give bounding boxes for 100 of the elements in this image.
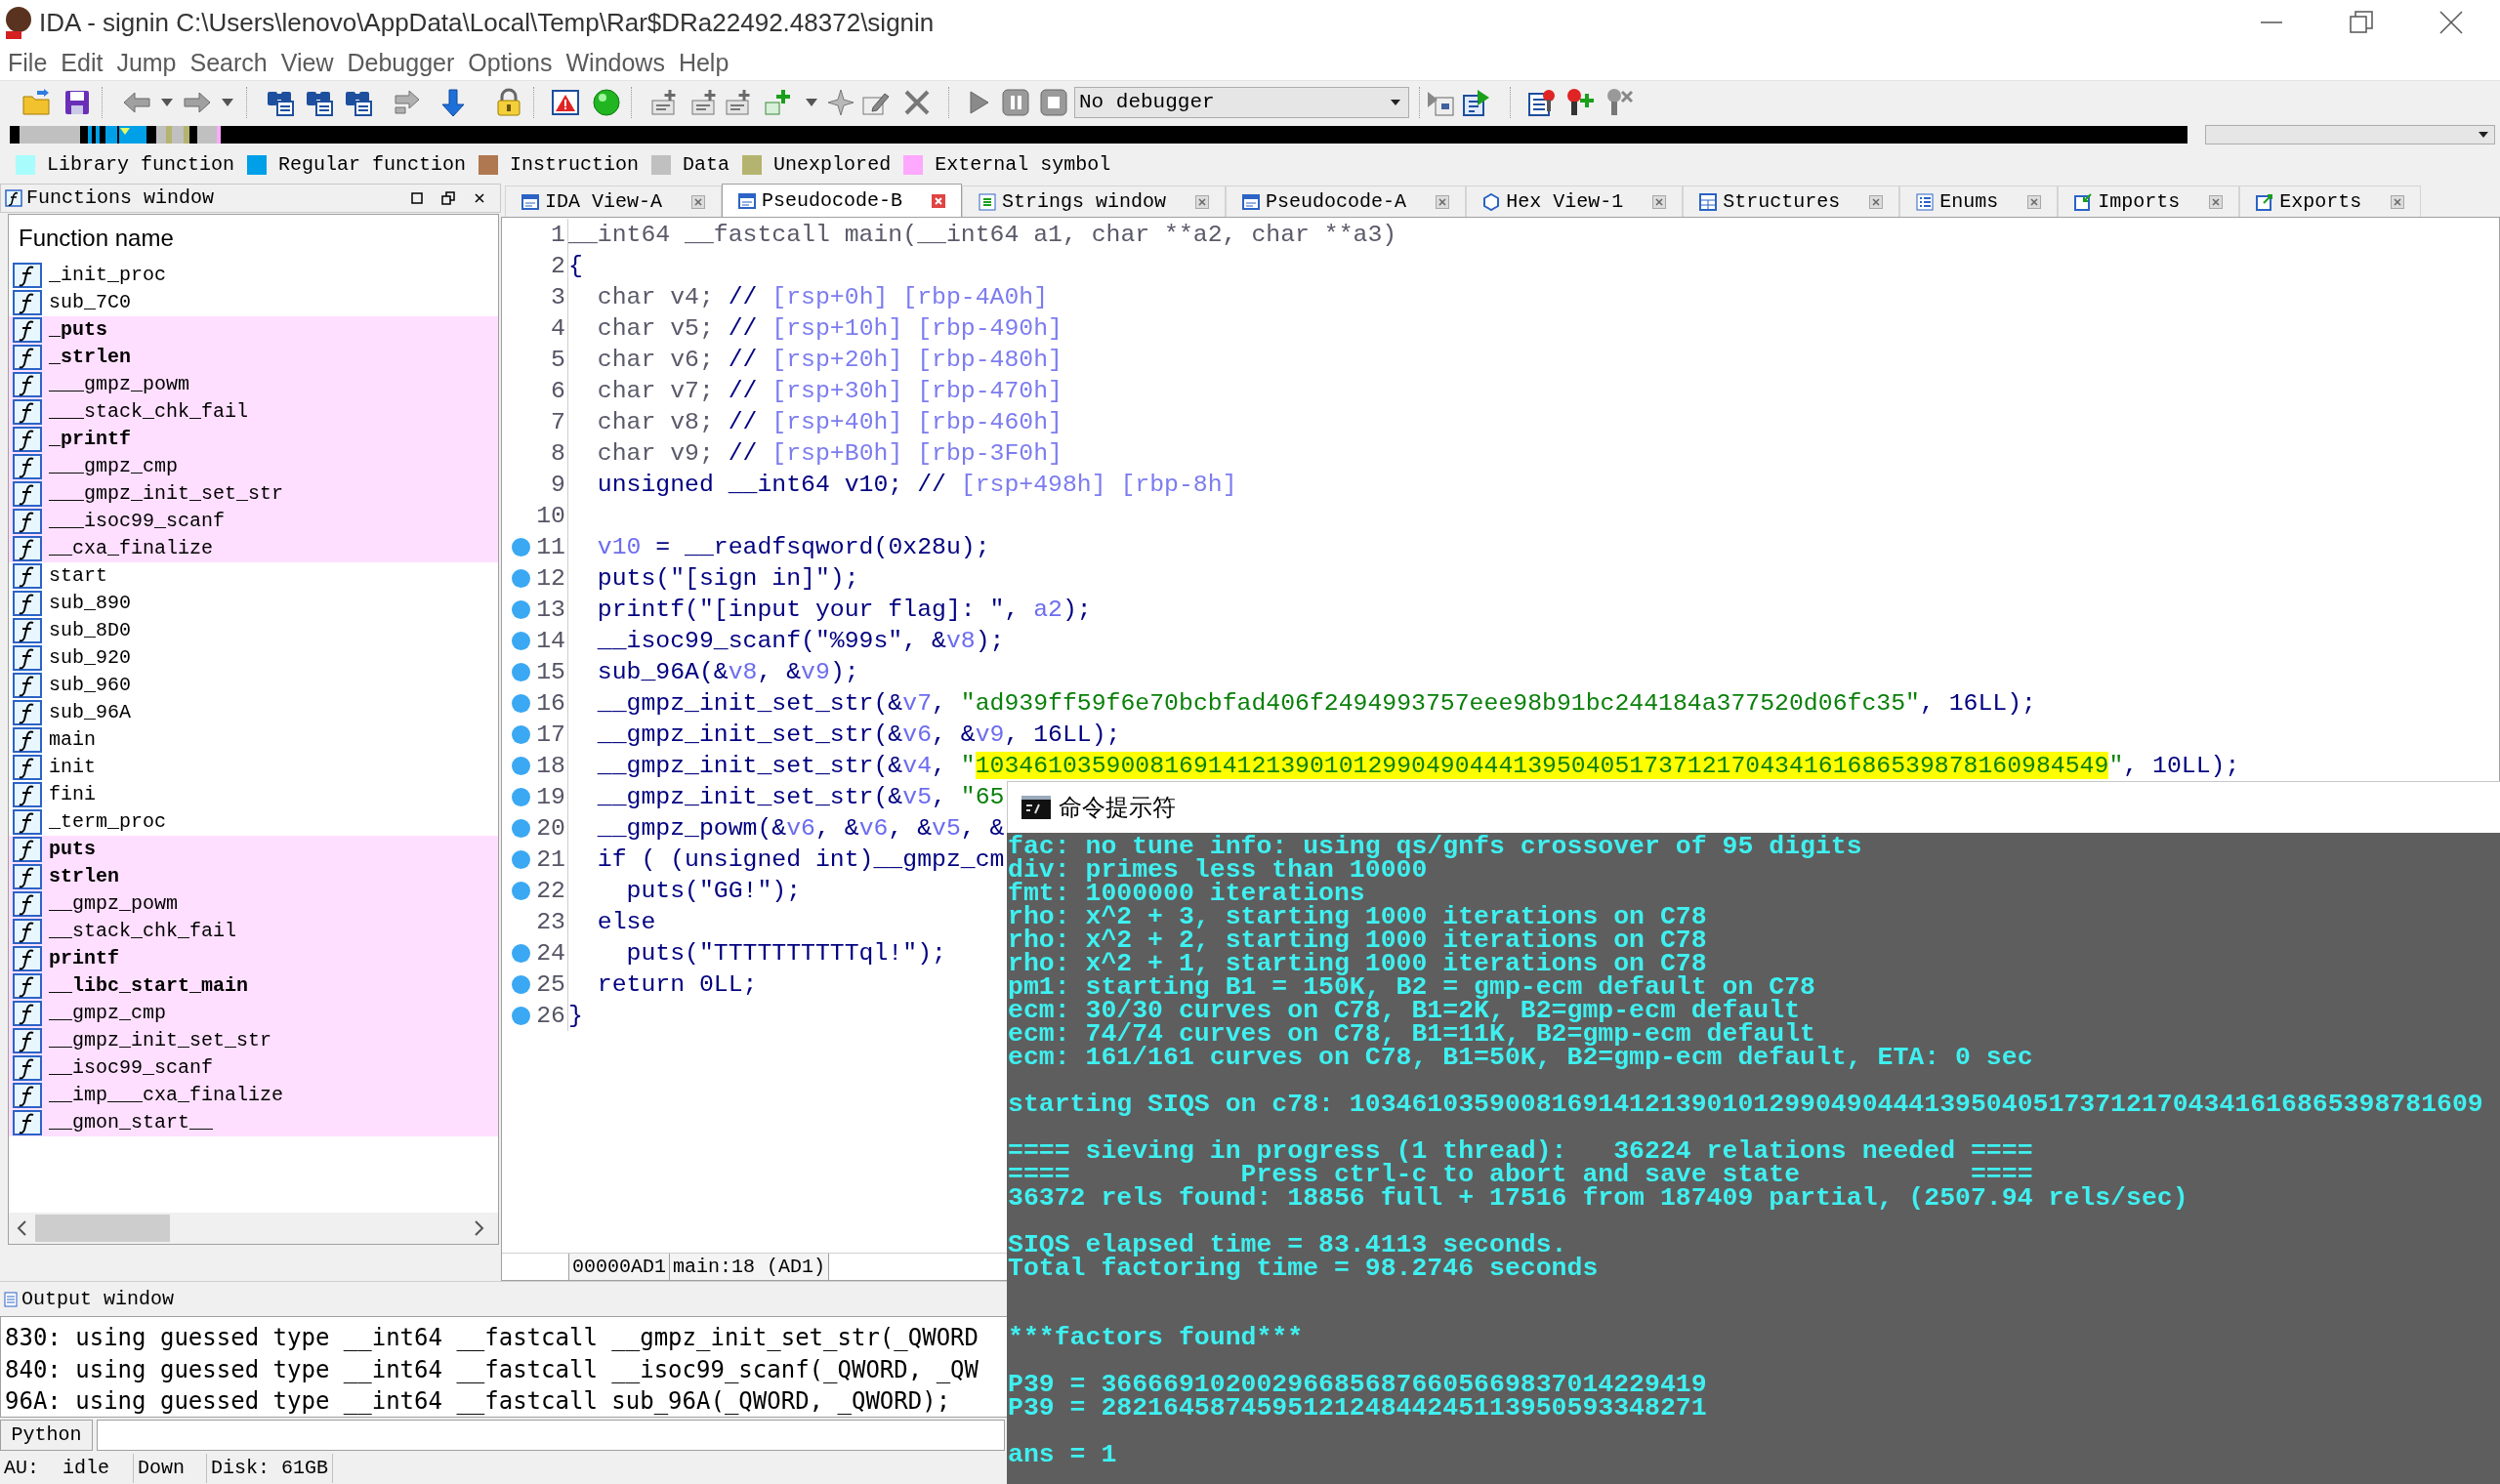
scroll-left-icon[interactable] (17, 1220, 26, 1236)
function-item[interactable]: sub_96A (9, 699, 498, 726)
play-box-icon[interactable] (1462, 87, 1491, 117)
tab-close-icon[interactable] (1652, 194, 1667, 209)
function-item[interactable]: printf (9, 945, 498, 972)
menu-item[interactable]: File (8, 50, 48, 75)
function-item[interactable]: _term_proc (9, 808, 498, 836)
function-item[interactable]: ___gmpz_cmp (9, 453, 498, 480)
function-item[interactable]: start (9, 562, 498, 590)
function-icon (5, 189, 22, 207)
tab-close-icon[interactable] (691, 194, 706, 209)
console-line: rho: x^2 + 1, starting 1000 iterations on C78 (1008, 952, 1707, 975)
tab[interactable]: Enums (1899, 186, 2059, 217)
column-header[interactable]: Function name (9, 215, 498, 262)
menu-item[interactable]: Windows (565, 50, 665, 75)
plus-icon[interactable] (764, 87, 793, 117)
function-item[interactable]: ___stack_chk_fail (9, 398, 498, 426)
function-item[interactable]: init (9, 754, 498, 781)
function-item[interactable]: ___isoc99_scanf (9, 508, 498, 535)
function-icon (13, 591, 42, 616)
function-item[interactable]: sub_7C0 (9, 289, 498, 316)
caret-icon[interactable] (222, 98, 233, 106)
function-item[interactable]: __stack_chk_fail (9, 918, 498, 945)
language-button[interactable]: Python (0, 1420, 93, 1451)
scrollbar-thumb[interactable] (35, 1215, 170, 1242)
warning-icon[interactable] (551, 87, 580, 117)
restore-icon[interactable] (2350, 11, 2373, 34)
function-item[interactable]: __cxa_finalize (9, 535, 498, 562)
tab[interactable]: Structures (1683, 186, 1900, 217)
function-item[interactable]: __gmpz_cmp (9, 1000, 498, 1027)
caret-icon[interactable] (806, 98, 817, 106)
menu-item[interactable]: Jump (116, 50, 177, 75)
function-item[interactable]: __gmpz_powm (9, 890, 498, 918)
function-item[interactable]: ___gmpz_powm (9, 371, 498, 398)
sparkle-icon[interactable] (826, 87, 855, 117)
code-line: __gmpz_init_set_str(&v7, "ad939ff59f6e70bcbfad406f2494993757eee98b91bc244184a377520d06fc35", 16LL); (596, 690, 2036, 716)
navigation-band[interactable] (10, 126, 2188, 144)
debugger-dropdown[interactable]: No debugger (1074, 86, 1409, 118)
tab[interactable]: IDA View-A (505, 186, 723, 217)
console-line: starting SIQS on c78: 1034610359008169141213901012990490444139504051737121704341616865398781609 (1008, 1092, 2483, 1116)
line-number: 17 (536, 721, 566, 747)
function-item[interactable]: sub_920 (9, 644, 498, 672)
tab[interactable]: Imports (2058, 186, 2240, 217)
float-icon[interactable] (441, 191, 455, 205)
function-item[interactable]: __libc_start_main (9, 972, 498, 1000)
pin-cross-icon[interactable] (1604, 87, 1634, 117)
command-input[interactable] (97, 1420, 1005, 1451)
function-item[interactable]: puts (9, 836, 498, 863)
tab-close-icon[interactable] (1195, 194, 1210, 209)
function-item[interactable]: sub_8D0 (9, 617, 498, 644)
scroll-right-icon[interactable] (475, 1220, 484, 1236)
function-item[interactable]: _puts (9, 316, 498, 344)
function-item[interactable]: _init_proc (9, 262, 498, 289)
function-item[interactable]: sub_890 (9, 590, 498, 617)
tab-close-icon[interactable] (2027, 194, 2042, 209)
line-number: 18 (536, 753, 566, 778)
tab[interactable]: Pseudocode-A (1226, 186, 1467, 217)
function-item[interactable]: __gmpz_init_set_str (9, 1027, 498, 1054)
tab[interactable]: Hex View-1 (1466, 186, 1684, 217)
close-icon[interactable] (473, 191, 486, 205)
code-line: char v9; // [rsp+B0h] [rbp-3F0h] (596, 440, 1062, 466)
menu-item[interactable]: Edit (61, 50, 104, 75)
function-item[interactable]: __isoc99_scanf (9, 1054, 498, 1082)
console-line: rho: x^2 + 2, starting 1000 iterations on C78 (1008, 928, 1707, 952)
jump-arrow-icon[interactable] (393, 87, 422, 117)
function-item[interactable]: main (9, 726, 498, 754)
tab[interactable]: Strings window (962, 186, 1227, 217)
caret-icon[interactable] (161, 98, 173, 106)
menu-item[interactable]: Search (189, 50, 268, 75)
tab-close-icon[interactable] (932, 193, 946, 208)
function-item[interactable]: _strlen (9, 344, 498, 371)
function-item[interactable]: _printf (9, 426, 498, 453)
tab[interactable]: Exports (2239, 186, 2422, 217)
maximize-icon[interactable] (410, 191, 424, 205)
pause-icon[interactable] (1001, 87, 1030, 117)
tab-close-icon[interactable] (2391, 194, 2405, 209)
pin-plus-icon[interactable] (1564, 87, 1594, 117)
function-item[interactable]: __imp___cxa_finalize (9, 1082, 498, 1109)
console-line: ecm: 161/161 curves on C78, B1=50K, B2=gmp-ecm default, ETA: 0 sec (1008, 1046, 2033, 1069)
function-item[interactable]: sub_960 (9, 672, 498, 699)
tab-close-icon[interactable] (1436, 194, 1450, 209)
function-item[interactable]: fini (9, 781, 498, 808)
menu-item[interactable]: Options (468, 50, 553, 75)
menu-item[interactable]: View (280, 50, 334, 75)
tab-close-icon[interactable] (2209, 194, 2224, 209)
menu-item[interactable]: Debugger (347, 50, 455, 75)
circle-icon[interactable] (592, 87, 621, 117)
tab[interactable]: Pseudocode-B (722, 184, 963, 217)
folder-icon[interactable] (21, 87, 51, 117)
tab-close-icon[interactable] (1869, 194, 1884, 209)
window-pin-icon[interactable] (1527, 87, 1557, 117)
function-icon (13, 1001, 42, 1026)
function-item[interactable]: strlen (9, 863, 498, 890)
stop-icon[interactable] (1039, 87, 1068, 117)
menu-item[interactable]: Help (678, 50, 729, 75)
function-item[interactable]: __gmon_start__ (9, 1109, 498, 1136)
function-item[interactable]: ___gmpz_init_set_str (9, 480, 498, 508)
down-arrow-icon[interactable] (438, 87, 468, 117)
lock-icon[interactable] (494, 87, 523, 117)
close-icon[interactable] (2439, 11, 2463, 34)
